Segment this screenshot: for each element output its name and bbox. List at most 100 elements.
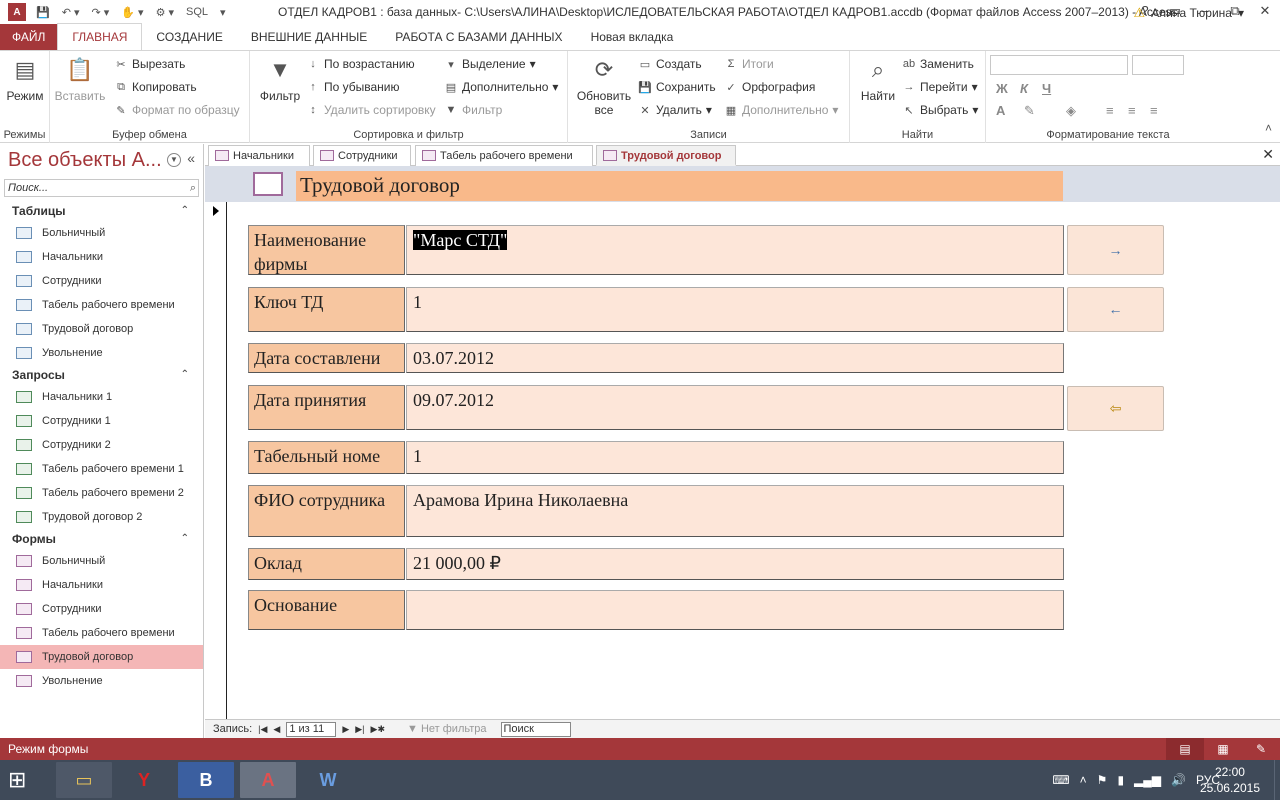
last-record-icon[interactable]: ▶|	[355, 724, 364, 735]
save-record-button[interactable]: 💾 Сохранить	[638, 80, 716, 94]
nav-item-query[interactable]: Сотрудники 1	[0, 409, 203, 433]
battery-icon[interactable]: ▮	[1117, 773, 1124, 787]
nav-item-form[interactable]: Табель рабочего времени	[0, 621, 203, 645]
more-records-button[interactable]: ▦ Дополнительно ▾	[724, 103, 839, 117]
format-painter-button[interactable]: ✎ Формат по образцу	[114, 103, 239, 117]
close-form-button[interactable]: ⇦	[1067, 386, 1164, 431]
search-icon[interactable]: ⌕	[190, 180, 196, 196]
find-button[interactable]: ⌕ Найти	[852, 55, 904, 103]
windows-start-icon[interactable]: ⊞	[8, 768, 42, 794]
file-explorer-icon[interactable]: ▭	[56, 762, 112, 798]
nav-section-forms[interactable]: Формы ⌃	[0, 529, 203, 549]
nav-section-tables[interactable]: Таблицы ⌃	[0, 201, 203, 221]
remove-sort-button[interactable]: ↕ Удалить сортировку	[306, 103, 435, 117]
touch-mode-icon[interactable]: ✋ ▾	[121, 6, 143, 19]
record-search-input[interactable]: Поиск	[500, 721, 571, 737]
redo-icon[interactable]: ↷ ▾	[92, 6, 110, 19]
paste-button[interactable]: 📋 Вставить	[54, 55, 106, 103]
word-taskbar-icon[interactable]: W	[300, 762, 356, 798]
collapse-pane-icon[interactable]: «	[187, 150, 195, 166]
nav-header[interactable]: Все объекты А... ▼ «	[0, 144, 203, 176]
refresh-all-button[interactable]: ⟳ Обновить все	[574, 55, 634, 117]
doc-tab[interactable]: Начальники	[208, 145, 310, 166]
vk-app-icon[interactable]: B	[178, 762, 234, 798]
doc-tab[interactable]: Табель рабочего времени	[415, 145, 593, 166]
view-button[interactable]: ▤ Режим	[0, 55, 50, 103]
field-value-date-hired[interactable]: 09.07.2012	[406, 385, 1064, 430]
sql-view-button[interactable]: SQL	[186, 6, 208, 18]
design-view-icon[interactable]: ✎	[1242, 738, 1280, 760]
align-center-icon[interactable]: ≡	[1128, 103, 1136, 118]
field-value-employee-number[interactable]: 1	[406, 441, 1064, 474]
form-view-icon[interactable]: ▤	[1166, 738, 1204, 760]
align-right-icon[interactable]: ≡	[1150, 103, 1158, 118]
user-account[interactable]: ⚠ Алина Тюрина ▾	[1133, 5, 1244, 21]
sort-descending-button[interactable]: ↑ По убыванию	[306, 80, 399, 94]
nav-item-query[interactable]: Табель рабочего времени 1	[0, 457, 203, 481]
selection-button[interactable]: ▾ Выделение ▾	[444, 57, 535, 71]
underline-button[interactable]: Ч	[1042, 81, 1051, 96]
nav-item-form-selected[interactable]: Трудовой договор	[0, 645, 203, 669]
field-value-basis[interactable]	[406, 590, 1064, 630]
next-record-button[interactable]: →	[1067, 225, 1164, 275]
nav-item-table[interactable]: Увольнение	[0, 341, 203, 365]
save-icon[interactable]: 💾	[36, 6, 50, 19]
tab-new[interactable]: Новая вкладка	[577, 24, 688, 50]
field-value-date-created[interactable]: 03.07.2012	[406, 343, 1064, 373]
advanced-filter-button[interactable]: ▤ Дополнительно ▾	[444, 80, 559, 94]
tab-external-data[interactable]: ВНЕШНИЕ ДАННЫЕ	[237, 24, 381, 50]
nav-item-table[interactable]: Сотрудники	[0, 269, 203, 293]
first-record-icon[interactable]: |◀	[258, 724, 267, 735]
previous-record-button[interactable]: ←	[1067, 287, 1164, 332]
flag-icon[interactable]: ⚑	[1097, 773, 1108, 787]
tools-icon[interactable]: ⚙ ▾	[156, 6, 174, 19]
access-app-icon[interactable]: A	[8, 3, 26, 21]
chevron-down-icon[interactable]: ▼	[167, 153, 181, 167]
volume-icon[interactable]: 🔊	[1171, 773, 1186, 787]
goto-button[interactable]: → Перейти ▾	[902, 80, 978, 94]
show-desktop-button[interactable]	[1274, 760, 1280, 800]
totals-button[interactable]: Σ Итоги	[724, 57, 774, 71]
field-value-company[interactable]: "Марс СТД"	[406, 225, 1064, 275]
nav-search-input[interactable]: Поиск... ⌕	[4, 179, 199, 197]
cut-button[interactable]: ✂ Вырезать	[114, 57, 185, 71]
collapse-ribbon-icon[interactable]: ˄	[1265, 121, 1272, 135]
nav-item-query[interactable]: Сотрудники 2	[0, 433, 203, 457]
nav-item-table[interactable]: Начальники	[0, 245, 203, 269]
nav-item-table[interactable]: Табель рабочего времени	[0, 293, 203, 317]
field-value-salary[interactable]: 21 000,00 ₽	[406, 548, 1064, 580]
keyboard-icon[interactable]: ⌨	[1052, 773, 1069, 787]
tab-database-tools[interactable]: РАБОТА С БАЗАМИ ДАННЫХ	[381, 24, 576, 50]
select-button[interactable]: ↖ Выбрать ▾	[902, 103, 978, 117]
nav-item-query[interactable]: Начальники 1	[0, 385, 203, 409]
new-record-icon[interactable]: ▶✱	[371, 724, 385, 735]
tab-file[interactable]: ФАЙЛ	[0, 24, 58, 50]
show-hidden-icons[interactable]: ˄	[1080, 773, 1087, 787]
clock[interactable]: 22:00 25.06.2015	[1200, 764, 1260, 796]
close-document-icon[interactable]: ✕	[1262, 146, 1274, 163]
close-button[interactable]: ✕	[1250, 0, 1280, 24]
delete-record-button[interactable]: ✕ Удалить ▾	[638, 103, 711, 117]
customize-qat-icon[interactable]: ▾	[220, 6, 226, 19]
undo-icon[interactable]: ↶ ▾	[62, 6, 80, 19]
access-taskbar-icon[interactable]: A	[240, 762, 296, 798]
sort-ascending-button[interactable]: ↓ По возрастанию	[306, 57, 414, 71]
network-icon[interactable]: ▂▄▆	[1134, 773, 1161, 787]
font-color-button[interactable]: A	[996, 103, 1005, 118]
fill-color-icon[interactable]: ◈	[1066, 103, 1076, 119]
next-record-icon[interactable]: ▶	[342, 724, 349, 735]
nav-item-query[interactable]: Трудовой договор 2	[0, 505, 203, 529]
nav-item-form[interactable]: Начальники	[0, 573, 203, 597]
italic-button[interactable]: К	[1020, 81, 1028, 96]
yandex-browser-icon[interactable]: Y	[116, 762, 172, 798]
font-name-combo[interactable]	[990, 55, 1128, 75]
nav-section-queries[interactable]: Запросы ⌃	[0, 365, 203, 385]
nav-item-table[interactable]: Трудовой договор	[0, 317, 203, 341]
bold-button[interactable]: Ж	[996, 81, 1008, 96]
layout-view-icon[interactable]: ▦	[1204, 738, 1242, 760]
field-value-key[interactable]: 1	[406, 287, 1064, 332]
tab-create[interactable]: СОЗДАНИЕ	[142, 24, 236, 50]
highlight-icon[interactable]: ✎	[1024, 103, 1035, 119]
field-value-full-name[interactable]: Арамова Ирина Николаевна	[406, 485, 1064, 537]
font-size-combo[interactable]	[1132, 55, 1184, 75]
